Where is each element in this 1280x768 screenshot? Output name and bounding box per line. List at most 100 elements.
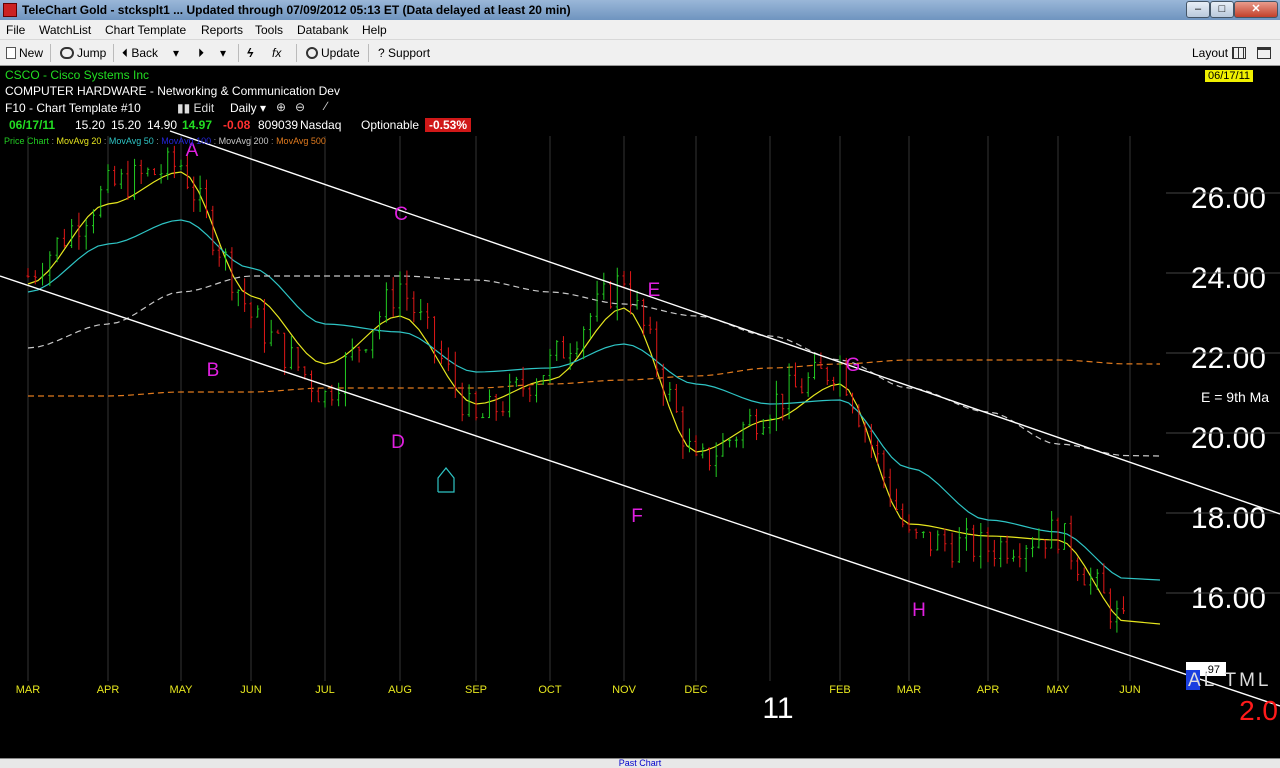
legend-movavg-20: MovAvg 20 xyxy=(56,136,102,146)
window-title: TeleChart Gold - stcksplt1 ... Updated t… xyxy=(22,3,571,17)
formula-icon[interactable]: fx xyxy=(272,43,281,63)
pencil-icon[interactable]: ∕ xyxy=(325,99,327,113)
legend-movavg-200: MovAvg 200 xyxy=(218,136,269,146)
legend-movavg-100: MovAvg 100 xyxy=(161,136,212,146)
toolbar-separator xyxy=(368,44,369,62)
x-tick-label: MAY xyxy=(1046,684,1070,696)
x-tick-label: APR xyxy=(977,684,1000,696)
annotation-d: D xyxy=(391,432,405,453)
support-button[interactable]: ? Support xyxy=(378,43,430,63)
quote-change: -0.08 xyxy=(223,118,251,132)
telechart-window: TeleChart Gold - stcksplt1 ... Updated t… xyxy=(0,0,1280,768)
period-label: Daily xyxy=(230,101,257,115)
title-bar: TeleChart Gold - stcksplt1 ... Updated t… xyxy=(0,0,1280,20)
x-tick-label: OCT xyxy=(538,684,562,696)
x-tick-label: MAR xyxy=(16,684,41,696)
annotation-note: E = 9th Ma xyxy=(1201,389,1269,405)
menu-reports[interactable]: Reports xyxy=(201,23,243,37)
zoom-in-icon[interactable]: ⊕ xyxy=(276,100,286,114)
menu-databank[interactable]: Databank xyxy=(297,23,348,37)
question-icon: ? xyxy=(378,46,389,60)
lower-trendline[interactable] xyxy=(0,275,1280,707)
y-tick-label: 16.00 xyxy=(1191,582,1266,615)
template-name[interactable]: F10 - Chart Template #10 xyxy=(5,101,141,115)
x-tick-label: APR xyxy=(97,684,120,696)
binoculars-icon xyxy=(60,47,74,59)
annotation-e: E xyxy=(648,280,661,301)
toolbar-separator xyxy=(238,44,239,62)
menu-watchlist[interactable]: WatchList xyxy=(39,23,91,37)
legend-movavg-500: MovAvg 500 xyxy=(276,136,326,146)
quote-close: 14.97 xyxy=(182,118,213,132)
menu-chart-template[interactable]: Chart Template xyxy=(105,23,186,37)
period-dropdown[interactable]: Daily ▾ xyxy=(230,101,266,115)
update-icon xyxy=(306,47,318,59)
right-overlay-value: 2.0 xyxy=(1239,695,1278,726)
forward-dropdown-icon[interactable]: ▾ xyxy=(220,43,226,63)
lightning-icon[interactable]: ϟ xyxy=(247,43,253,63)
y-tick-label: 26.00 xyxy=(1191,182,1266,215)
toolbar-separator xyxy=(296,44,297,62)
back-dropdown-icon[interactable]: ▾ xyxy=(173,43,179,63)
menu-tools[interactable]: Tools xyxy=(255,23,283,37)
x-tick-label: JUL xyxy=(315,684,335,696)
x-tick-label: FEB xyxy=(829,684,850,696)
support-label: Support xyxy=(388,46,431,60)
indicator-legend[interactable]: Price Chart : MovAvg 20 : MovAvg 50 : Mo… xyxy=(4,136,326,146)
forward-arrow-icon[interactable]: ⏵ xyxy=(198,43,204,63)
optionable-label: Optionable xyxy=(361,118,420,132)
jump-label: Jump xyxy=(77,46,107,60)
ma-line-movavg-500 xyxy=(28,359,1161,397)
toolbar-separator xyxy=(50,44,51,62)
menu-file[interactable]: File xyxy=(6,23,25,37)
minimize-button[interactable]: – xyxy=(1186,1,1210,18)
layout-window-icon[interactable] xyxy=(1257,43,1274,63)
annotation-h: H xyxy=(912,600,926,621)
new-button[interactable]: New xyxy=(6,43,43,63)
annotation-c: C xyxy=(394,204,408,225)
update-button[interactable]: Update xyxy=(306,43,360,63)
jump-button[interactable]: Jump xyxy=(60,43,106,63)
close-button[interactable]: ✕ xyxy=(1234,1,1278,18)
edit-button[interactable]: ▮▮ Edit xyxy=(177,101,214,115)
quote-exchange: Nasdaq xyxy=(300,118,342,132)
annotation-g: G xyxy=(846,355,861,376)
y-tick-label: 22.00 xyxy=(1191,342,1266,375)
y-tick-label: 20.00 xyxy=(1191,422,1266,455)
maximize-button[interactable]: □ xyxy=(1210,1,1234,18)
ma-line-movavg-50 xyxy=(27,219,1161,581)
quote-volume: 809039 xyxy=(258,118,299,132)
menu-help[interactable]: Help xyxy=(362,23,387,37)
quote-high: 15.20 xyxy=(111,118,142,132)
arrow-marker-icon xyxy=(437,467,455,493)
layout-button[interactable]: Layout xyxy=(1192,43,1228,63)
price-chart[interactable]: 26.00 24.00 22.00 20.00 18.00 16.00 MAR APR MAY J… xyxy=(0,66,1280,758)
x-tick-label: MAR xyxy=(897,684,922,696)
ma-line-movavg-200 xyxy=(27,275,1161,457)
back-button[interactable]: ⏴ Back xyxy=(122,43,158,63)
x-tick-label: SEP xyxy=(465,684,487,696)
menu-bar: File WatchList Chart Template Reports To… xyxy=(0,20,1280,40)
date-badge: 06/17/11 xyxy=(1205,70,1254,82)
zoom-out-icon[interactable]: ⊖ xyxy=(295,100,305,114)
update-label: Update xyxy=(321,46,360,60)
edit-label: Edit xyxy=(193,101,215,115)
chart-canvas[interactable]: 26.00 24.00 22.00 20.00 18.00 16.00 MAR APR MAY J… xyxy=(0,66,1280,758)
new-label: New xyxy=(19,46,44,60)
x-tick-label: MAY xyxy=(169,684,193,696)
quote-date: 06/17/11 xyxy=(9,118,56,132)
ma-line-movavg-20 xyxy=(27,171,1161,625)
quote-open: 15.20 xyxy=(75,118,106,132)
annotation-f: F xyxy=(631,506,643,527)
x-tick-label: DEC xyxy=(684,684,707,696)
x-tick-label: AUG xyxy=(388,684,412,696)
industry-name[interactable]: COMPUTER HARDWARE - Networking & Communi… xyxy=(5,84,340,98)
app-icon xyxy=(3,3,17,17)
status-bar[interactable]: Past Chart xyxy=(0,758,1280,768)
layout-label: Layout xyxy=(1192,46,1229,60)
past-chart-label: Past Chart xyxy=(618,758,662,768)
upper-trendline[interactable] xyxy=(169,130,1280,515)
layout-grid-icon[interactable] xyxy=(1232,43,1249,63)
x-tick-label: NOV xyxy=(612,684,637,696)
y-tick-label: 18.00 xyxy=(1191,502,1266,535)
